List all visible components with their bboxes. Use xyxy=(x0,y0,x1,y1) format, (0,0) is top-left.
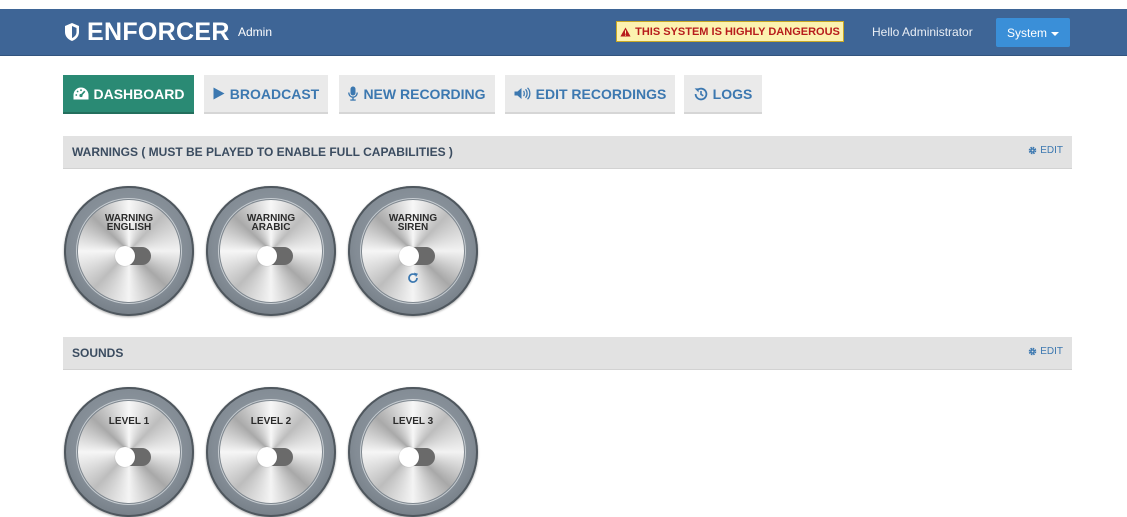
warning-siren-knob[interactable]: WARNING SIREN xyxy=(348,186,478,316)
warnings-edit-link[interactable]: EDIT xyxy=(1028,145,1063,156)
warning-triangle-icon xyxy=(620,27,631,36)
knob-sublabel: ARABIC xyxy=(251,222,291,233)
warnings-section-title: WARNINGS ( MUST BE PLAYED TO ENABLE FULL… xyxy=(72,145,453,159)
toggle-switch[interactable] xyxy=(399,246,435,266)
user-greeting: Hello Administrator xyxy=(872,25,973,39)
tab-broadcast[interactable]: BROADCAST xyxy=(204,75,328,114)
toggle-switch[interactable] xyxy=(399,447,435,467)
brand-logo[interactable]: ENFORCER xyxy=(63,9,230,55)
tab-logs[interactable]: LOGS xyxy=(684,75,762,114)
brand-name: ENFORCER xyxy=(87,17,230,46)
tab-new-recording-label: NEW RECORDING xyxy=(363,85,486,102)
knob-label: LEVEL 1 xyxy=(108,416,150,427)
toggle-switch[interactable] xyxy=(257,246,293,266)
reload-icon[interactable] xyxy=(407,272,419,284)
system-menu-button[interactable]: System xyxy=(996,18,1070,47)
shield-icon xyxy=(65,23,79,41)
danger-alert-text: THIS SYSTEM IS HIGHLY DANGEROUS xyxy=(635,25,840,38)
knob-sublabel: ENGLISH xyxy=(106,222,152,233)
history-icon xyxy=(694,87,707,100)
level-2-knob[interactable]: LEVEL 2 xyxy=(206,387,336,517)
tab-broadcast-label: BROADCAST xyxy=(229,85,320,102)
tab-new-recording[interactable]: NEW RECORDING xyxy=(339,75,495,114)
microphone-icon xyxy=(348,86,359,101)
warning-english-knob[interactable]: WARNING ENGLISH xyxy=(64,186,194,316)
sounds-edit-label: EDIT xyxy=(1040,346,1063,357)
level-3-knob[interactable]: LEVEL 3 xyxy=(348,387,478,517)
admin-link[interactable]: Admin xyxy=(238,9,272,55)
knob-sublabel: SIREN xyxy=(397,222,429,233)
sounds-section-header: SOUNDS EDIT xyxy=(63,337,1072,370)
speaker-icon xyxy=(514,87,531,100)
system-menu-label: System xyxy=(1006,25,1047,40)
top-navbar: ENFORCER Admin THIS SYSTEM IS HIGHLY DAN… xyxy=(0,9,1127,56)
play-icon xyxy=(213,87,225,100)
tab-edit-recordings[interactable]: EDIT RECORDINGS xyxy=(505,75,675,114)
dashboard-icon xyxy=(73,87,88,100)
gear-icon xyxy=(1028,146,1037,155)
gear-icon xyxy=(1028,347,1037,356)
knob-label: LEVEL 2 xyxy=(250,416,292,427)
tab-logs-label: LOGS xyxy=(712,85,753,102)
sounds-section-title: SOUNDS xyxy=(72,346,124,360)
toggle-switch[interactable] xyxy=(115,246,151,266)
level-1-knob[interactable]: LEVEL 1 xyxy=(64,387,194,517)
knob-label: LEVEL 3 xyxy=(392,416,434,427)
danger-alert: THIS SYSTEM IS HIGHLY DANGEROUS xyxy=(616,21,844,42)
tab-dashboard[interactable]: DASHBOARD xyxy=(63,75,194,114)
caret-down-icon xyxy=(1051,31,1059,36)
toggle-switch[interactable] xyxy=(115,447,151,467)
sounds-edit-link[interactable]: EDIT xyxy=(1028,346,1063,357)
warnings-edit-label: EDIT xyxy=(1040,145,1063,156)
warning-arabic-knob[interactable]: WARNING ARABIC xyxy=(206,186,336,316)
tab-edit-recordings-label: EDIT RECORDINGS xyxy=(535,85,667,102)
toggle-switch[interactable] xyxy=(257,447,293,467)
warnings-section-header: WARNINGS ( MUST BE PLAYED TO ENABLE FULL… xyxy=(63,136,1072,169)
tab-dashboard-label: DASHBOARD xyxy=(93,85,185,102)
